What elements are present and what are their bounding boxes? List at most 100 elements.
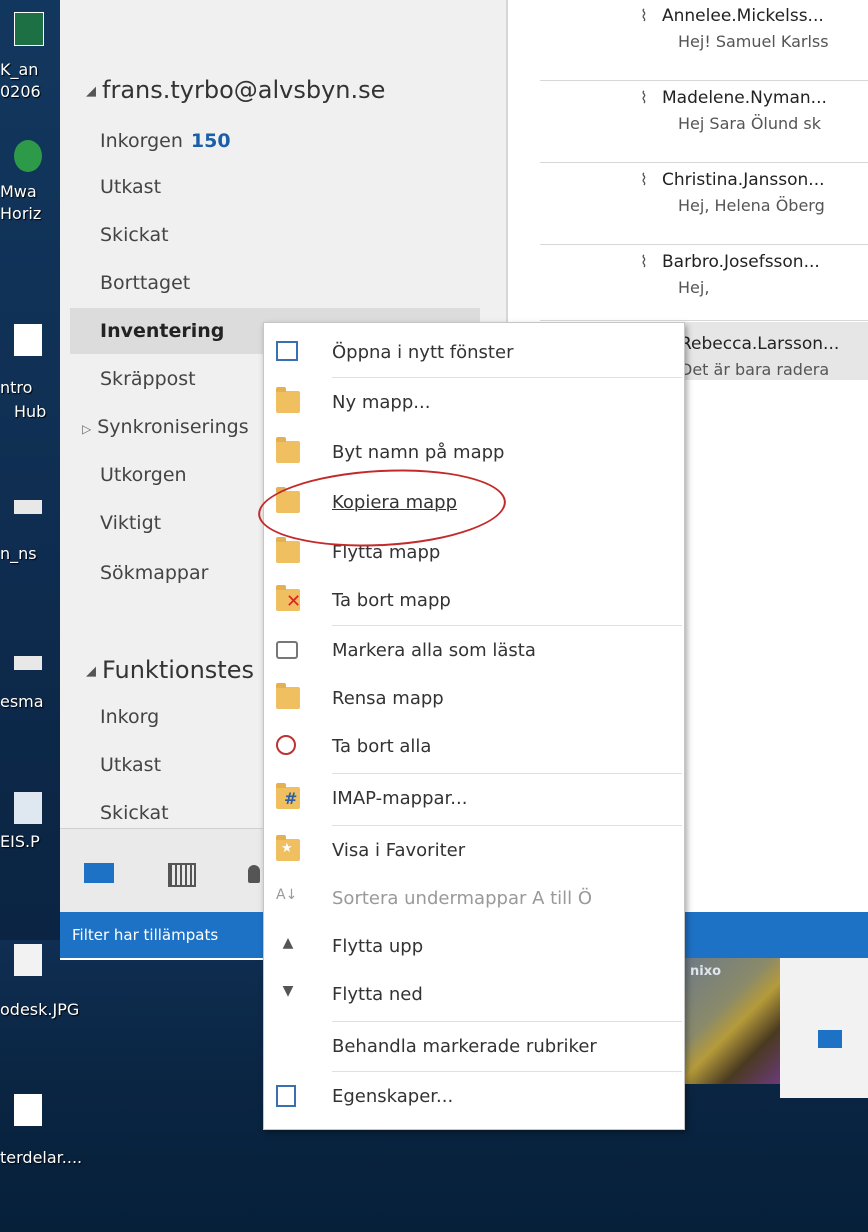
folder-label: Inkorgen <box>100 130 183 152</box>
folder-junk[interactable]: Skräppost <box>100 368 196 390</box>
file-icon[interactable] <box>14 500 42 514</box>
folder-inbox[interactable]: Inkorgen 150 <box>100 130 231 152</box>
pane-splitter[interactable] <box>478 0 508 330</box>
menu-item-rename-folder[interactable]: Byt namn på mapp <box>264 429 684 477</box>
hub-app-icon[interactable] <box>14 324 42 356</box>
collapse-arrow-icon[interactable]: ◢ <box>86 664 96 679</box>
menu-item-mark-all-read[interactable]: Markera alla som lästa <box>264 627 684 675</box>
menu-item-new-folder[interactable]: Ny mapp... <box>264 379 684 427</box>
text-file-icon[interactable] <box>14 1094 42 1126</box>
folder-sent-2[interactable]: Skickat <box>100 802 169 824</box>
menu-item-imap-folders[interactable]: # IMAP-mappar... <box>264 775 684 823</box>
mail-sender: Rebecca.Larsson... <box>680 334 840 354</box>
document-icon[interactable] <box>14 792 42 824</box>
attachment-icon: ⌇ <box>640 170 648 189</box>
account-name: frans.tyrbo@alvsbyn.se <box>102 76 386 104</box>
mail-preview: Hej Sara Ölund sk <box>678 114 821 133</box>
file-icon[interactable] <box>14 656 42 670</box>
mail-nav-icon[interactable] <box>84 863 114 883</box>
new-folder-icon <box>276 387 300 413</box>
mark-read-icon <box>276 641 298 659</box>
menu-label: Byt namn på mapp <box>332 442 505 463</box>
menu-item-move-up[interactable]: ▲ Flytta upp <box>264 923 684 971</box>
menu-separator <box>332 625 682 626</box>
folder-deleted[interactable]: Borttaget <box>100 272 190 294</box>
folder-inventering[interactable]: Inventering <box>100 320 224 342</box>
desktop-label: EIS.P <box>0 832 40 851</box>
mail-icon[interactable] <box>818 1030 842 1048</box>
people-nav-icon[interactable] <box>248 865 260 883</box>
menu-label: Behandla markerade rubriker <box>332 1036 597 1057</box>
unread-count: 150 <box>190 130 231 152</box>
horizon-client-icon[interactable] <box>14 140 42 172</box>
mail-sender: Madelene.Nyman... <box>662 88 827 108</box>
folder-sent[interactable]: Skickat <box>100 224 169 246</box>
folder-important[interactable]: Viktigt <box>100 512 161 534</box>
menu-item-move-down[interactable]: ▼ Flytta ned <box>264 971 684 1019</box>
menu-separator <box>332 377 682 378</box>
account-name: Funktionstes <box>102 656 254 684</box>
properties-icon <box>276 1085 296 1107</box>
mail-item[interactable]: ⌇ Barbro.Josefsson... Hej, <box>640 252 820 297</box>
image-file-icon[interactable] <box>14 944 42 976</box>
desktop-label: ntro <box>0 378 33 397</box>
desktop-label: odesk.JPG <box>0 1000 80 1019</box>
mail-item[interactable]: ⌇ Christina.Jansson... Hej, Helena Öberg <box>640 170 825 215</box>
status-text: Filter har tillämpats <box>72 926 219 944</box>
desktop-label: 0206 <box>0 82 41 101</box>
attachment-icon: ⌇ <box>640 252 648 271</box>
expand-arrow-icon[interactable]: ▷ <box>82 422 91 436</box>
side-panel <box>780 958 868 1098</box>
menu-item-open-new-window[interactable]: Öppna i nytt fönster <box>264 329 684 377</box>
account-header[interactable]: ◢ Funktionstes <box>86 656 254 684</box>
menu-separator <box>332 1021 682 1022</box>
menu-item-delete-folder[interactable]: ✕ Ta bort mapp <box>264 577 684 625</box>
menu-item-properties[interactable]: Egenskaper... <box>264 1073 684 1121</box>
menu-item-show-favorites[interactable]: ★ Visa i Favoriter <box>264 827 684 875</box>
menu-label: Ta bort mapp <box>332 590 451 611</box>
sort-az-icon: A↓ <box>276 887 298 903</box>
menu-item-delete-all[interactable]: Ta bort alla <box>264 723 684 771</box>
divider <box>540 80 868 81</box>
collapse-arrow-icon[interactable]: ◢ <box>86 84 96 99</box>
divider <box>540 320 868 321</box>
menu-label: Flytta upp <box>332 936 424 957</box>
mail-item[interactable]: ⌇ Madelene.Nyman... Hej Sara Ölund sk <box>640 88 827 133</box>
attachment-icon: ⌇ <box>640 88 648 107</box>
menu-item-clean-folder[interactable]: Rensa mapp <box>264 675 684 723</box>
arrow-down-icon: ▼ <box>282 983 294 999</box>
arrow-up-icon: ▲ <box>282 935 294 951</box>
menu-label: Sortera undermappar A till Ö <box>332 888 593 909</box>
mail-sender: Annelee.Mickelss... <box>662 6 824 26</box>
mail-sender: Barbro.Josefsson... <box>662 252 820 272</box>
calendar-nav-icon[interactable] <box>168 863 196 887</box>
menu-separator <box>332 773 682 774</box>
menu-item-process-headers[interactable]: Behandla markerade rubriker <box>264 1023 684 1071</box>
menu-item-sort-subfolders: A↓ Sortera undermappar A till Ö <box>264 875 684 923</box>
folder-outbox[interactable]: Utkorgen <box>100 464 187 486</box>
menu-separator <box>332 1071 682 1072</box>
desktop-label: Horiz <box>0 204 42 223</box>
menu-label: Markera alla som lästa <box>332 640 536 661</box>
folder-drafts-2[interactable]: Utkast <box>100 754 161 776</box>
menu-label: Flytta ned <box>332 984 423 1005</box>
desktop-label: terdelar.... <box>0 1148 83 1167</box>
new-window-icon <box>276 341 298 361</box>
excel-file-icon[interactable] <box>14 12 44 46</box>
folder-context-menu: Öppna i nytt fönster Ny mapp... Byt namn… <box>263 322 685 1130</box>
attachment-icon: ⌇ <box>640 6 648 25</box>
mail-item[interactable]: Rebecca.Larsson... Det är bara radera <box>680 334 839 379</box>
menu-label: Rensa mapp <box>332 688 444 709</box>
folder-label: Synkroniserings <box>97 416 249 438</box>
folder-inbox-2[interactable]: Inkorg <box>100 706 159 728</box>
account-header[interactable]: ◢ frans.tyrbo@alvsbyn.se <box>86 76 385 104</box>
folder-search[interactable]: Sökmappar <box>100 562 208 584</box>
folder-sync[interactable]: ▷ Synkroniserings <box>82 416 249 438</box>
mail-preview: Hej, Helena Öberg <box>678 196 825 215</box>
image-caption: nixo <box>690 964 722 979</box>
mail-item[interactable]: ⌇ Annelee.Mickelss... Hej! Samuel Karlss <box>640 6 829 51</box>
menu-label: Ta bort alla <box>332 736 432 757</box>
folder-drafts[interactable]: Utkast <box>100 176 161 198</box>
delete-all-icon <box>276 735 296 755</box>
rename-folder-icon <box>276 437 300 463</box>
